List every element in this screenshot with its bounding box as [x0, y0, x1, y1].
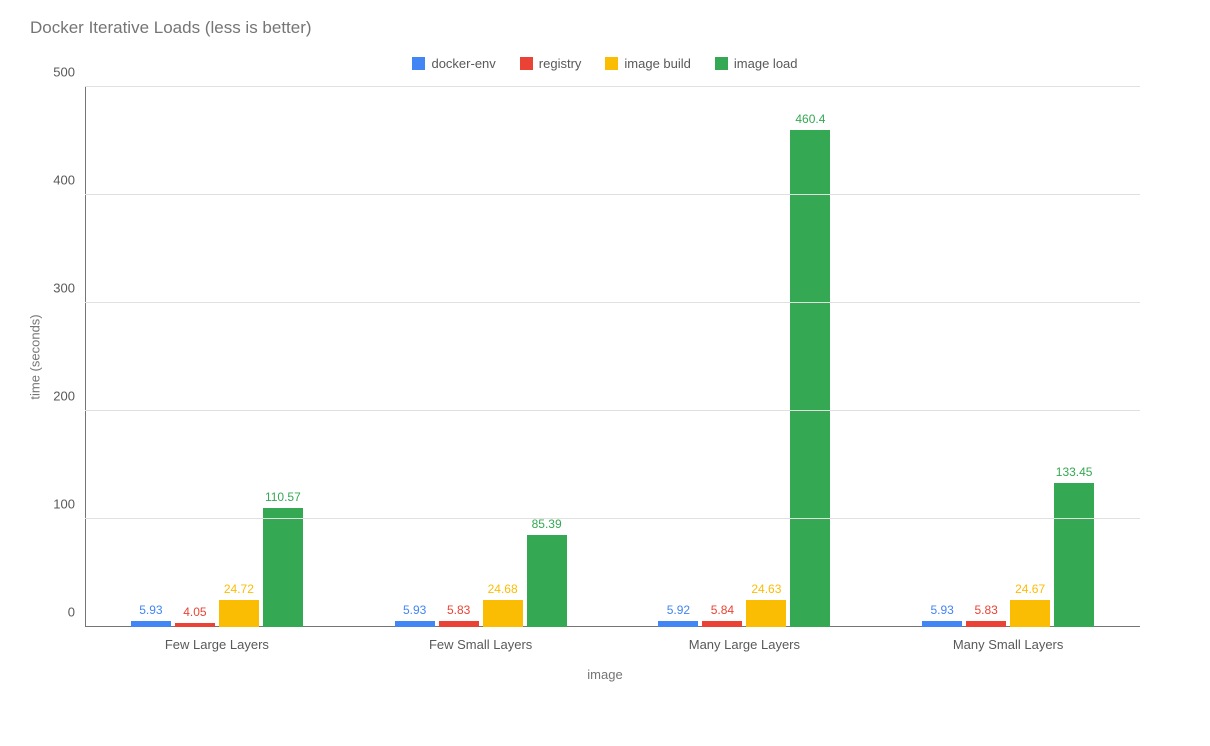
- data-label: 5.93: [930, 603, 953, 617]
- data-label: 5.93: [139, 603, 162, 617]
- data-label: 4.05: [183, 605, 206, 619]
- legend-label: registry: [539, 56, 582, 71]
- bar: 24.68: [483, 600, 523, 627]
- legend: docker-env registry image build image lo…: [30, 56, 1180, 71]
- bar: 5.93: [922, 621, 962, 627]
- bar: 460.4: [790, 130, 830, 627]
- bar: 5.92: [658, 621, 698, 627]
- x-axis-label: image: [30, 667, 1180, 682]
- bar: 5.93: [131, 621, 171, 627]
- legend-label: image build: [624, 56, 691, 71]
- bar: 5.83: [439, 621, 479, 627]
- y-axis-label: time (seconds): [28, 314, 43, 399]
- legend-label: docker-env: [431, 56, 495, 71]
- legend-swatch: [412, 57, 425, 70]
- bars-row: 5.935.8324.67133.45: [922, 87, 1094, 627]
- gridline: [85, 410, 1140, 411]
- category-label: Many Small Layers: [953, 637, 1064, 652]
- legend-swatch: [520, 57, 533, 70]
- legend-label: image load: [734, 56, 798, 71]
- y-tick-label: 400: [53, 173, 85, 188]
- y-tick-label: 100: [53, 497, 85, 512]
- chart-title: Docker Iterative Loads (less is better): [30, 18, 1180, 38]
- bar: 110.57: [263, 508, 303, 627]
- y-tick-label: 300: [53, 281, 85, 296]
- legend-item: registry: [520, 56, 582, 71]
- bar-group: 5.934.0524.72110.57Few Large Layers: [85, 87, 349, 627]
- bars-row: 5.935.8324.6885.39: [395, 87, 567, 627]
- bar: 5.83: [966, 621, 1006, 627]
- data-label: 5.83: [974, 603, 997, 617]
- legend-item: image build: [605, 56, 691, 71]
- bar: 85.39: [527, 535, 567, 627]
- bar: 133.45: [1054, 483, 1094, 627]
- legend-swatch: [605, 57, 618, 70]
- legend-item: image load: [715, 56, 798, 71]
- y-tick-label: 0: [68, 605, 85, 620]
- data-label: 110.57: [265, 490, 301, 504]
- gridline: [85, 302, 1140, 303]
- data-label: 133.45: [1056, 465, 1093, 479]
- bar-groups: 5.934.0524.72110.57Few Large Layers5.935…: [85, 87, 1140, 627]
- y-tick-label: 500: [53, 65, 85, 80]
- category-label: Many Large Layers: [689, 637, 800, 652]
- data-label: 5.93: [403, 603, 426, 617]
- gridline: [85, 194, 1140, 195]
- bars-row: 5.934.0524.72110.57: [131, 87, 303, 627]
- gridline: [85, 86, 1140, 87]
- data-label: 460.4: [795, 112, 825, 126]
- bar: 5.93: [395, 621, 435, 627]
- bars-row: 5.925.8424.63460.4: [658, 87, 830, 627]
- bar-group: 5.935.8324.6885.39Few Small Layers: [349, 87, 613, 627]
- category-label: Few Small Layers: [429, 637, 532, 652]
- data-label: 24.63: [751, 582, 781, 596]
- legend-swatch: [715, 57, 728, 70]
- data-label: 24.67: [1015, 582, 1045, 596]
- bar: 24.67: [1010, 600, 1050, 627]
- y-tick-label: 200: [53, 389, 85, 404]
- category-label: Few Large Layers: [165, 637, 269, 652]
- bar-group: 5.935.8324.67133.45Many Small Layers: [876, 87, 1140, 627]
- gridline: [85, 518, 1140, 519]
- bar: 4.05: [175, 623, 215, 627]
- data-label: 5.92: [667, 603, 690, 617]
- plot-area: time (seconds) 5.934.0524.72110.57Few La…: [85, 87, 1140, 627]
- data-label: 5.83: [447, 603, 470, 617]
- data-label: 24.68: [488, 582, 518, 596]
- bar-group: 5.925.8424.63460.4Many Large Layers: [613, 87, 877, 627]
- bar: 24.72: [219, 600, 259, 627]
- data-label: 5.84: [711, 603, 734, 617]
- bar: 5.84: [702, 621, 742, 627]
- bar: 24.63: [746, 600, 786, 627]
- legend-item: docker-env: [412, 56, 495, 71]
- data-label: 24.72: [224, 582, 254, 596]
- chart-container: Docker Iterative Loads (less is better) …: [0, 0, 1210, 746]
